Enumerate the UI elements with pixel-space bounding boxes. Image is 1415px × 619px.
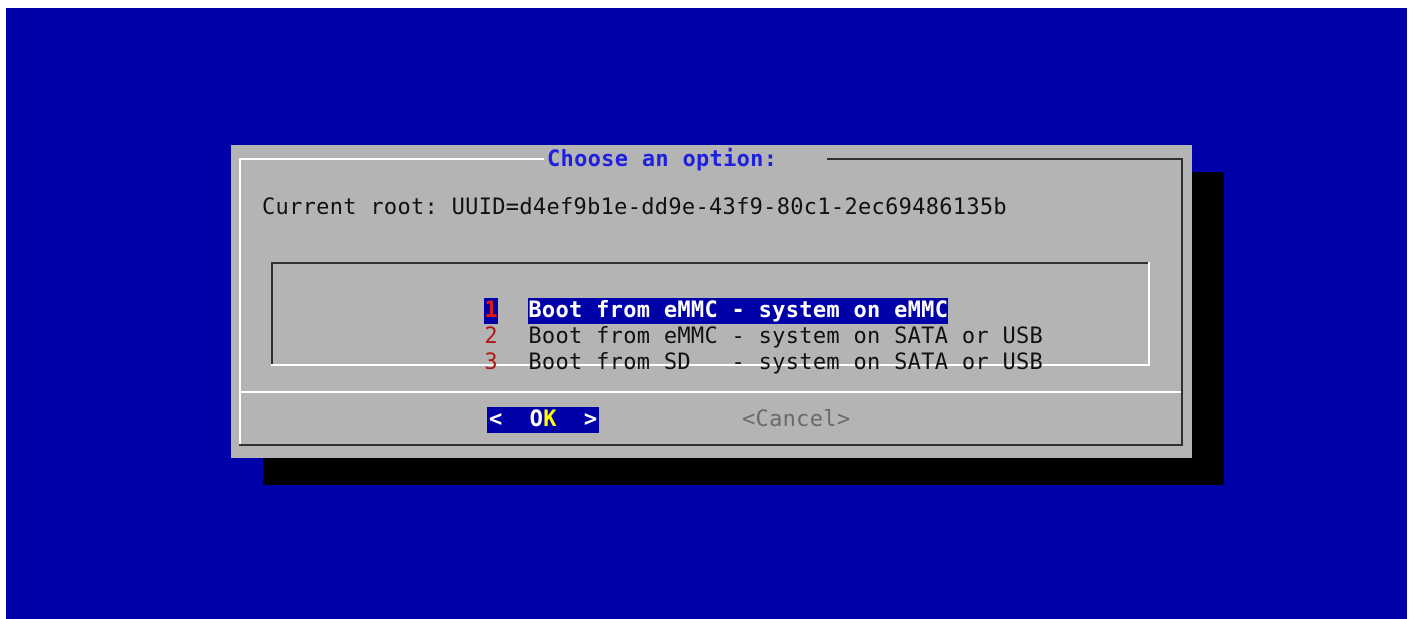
menu-item-boot-emmc-system-emmc[interactable]: 1 Boot from eMMC - system on eMMC [376,272,949,324]
menu-frame-right [1148,262,1150,366]
menu-item-tag: 3 [484,350,498,375]
dialog-title: Choose an option: [547,147,778,172]
dialog-frame-bottom [239,444,1183,446]
dialog-frame-top-right [827,158,1183,160]
dialog-frame-left [239,158,241,445]
menu-item-boot-sd-system-sata-usb[interactable]: 3 Boot from SD - system on SATA or USB [376,324,1043,375]
menu-item-boot-emmc-system-sata-usb[interactable]: 2 Boot from eMMC - system on SATA or USB [376,298,1043,349]
ok-button-hotkey: K [543,407,557,432]
cancel-button[interactable]: <Cancel> [742,407,850,433]
menu-frame-top [271,262,1150,264]
ok-button[interactable]: < OK > [487,407,600,433]
ok-button-right: > [556,407,598,432]
boot-menu-list: 1 Boot from eMMC - system on eMMC 2 Boot f… [271,262,1150,375]
dialog-frame-right [1181,158,1183,445]
menu-frame-left [271,262,273,366]
menu-item-label: Boot from SD - system on SATA or USB [528,350,1044,375]
dialog-frame-top-left [239,158,544,160]
current-root-message: Current root: UUID=d4ef9b1e-dd9e-43f9-80… [262,195,1007,220]
boot-option-dialog: Choose an option: Current root: UUID=d4e… [231,145,1192,458]
ok-button-left: < O [489,407,544,432]
button-area-divider [241,391,1181,393]
terminal-screen: Choose an option: Current root: UUID=d4e… [6,8,1407,619]
